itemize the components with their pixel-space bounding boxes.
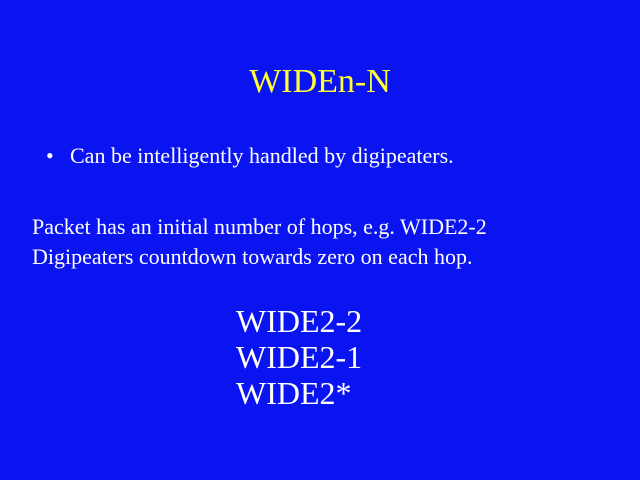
bullet-item: • Can be intelligently handled by digipea… [46, 142, 454, 170]
hop-example: WIDE2-1 [236, 339, 363, 375]
hop-examples: WIDE2-2 WIDE2-1 WIDE2* [236, 303, 362, 411]
slide-title: WIDEn-N [249, 63, 391, 100]
bullet-text: Can be intelligently handled by digipeat… [70, 143, 454, 168]
paragraph-line-1: Packet has an initial number of hops, e.… [32, 214, 487, 239]
hop-example: WIDE2* [236, 375, 352, 411]
paragraph-line-2: Digipeaters countdown towards zero on ea… [32, 244, 473, 269]
hop-example: WIDE2-2 [236, 303, 363, 339]
bullet-icon: • [46, 143, 54, 168]
slide: WIDEn-N • Can be intelligently handled by… [0, 0, 640, 480]
